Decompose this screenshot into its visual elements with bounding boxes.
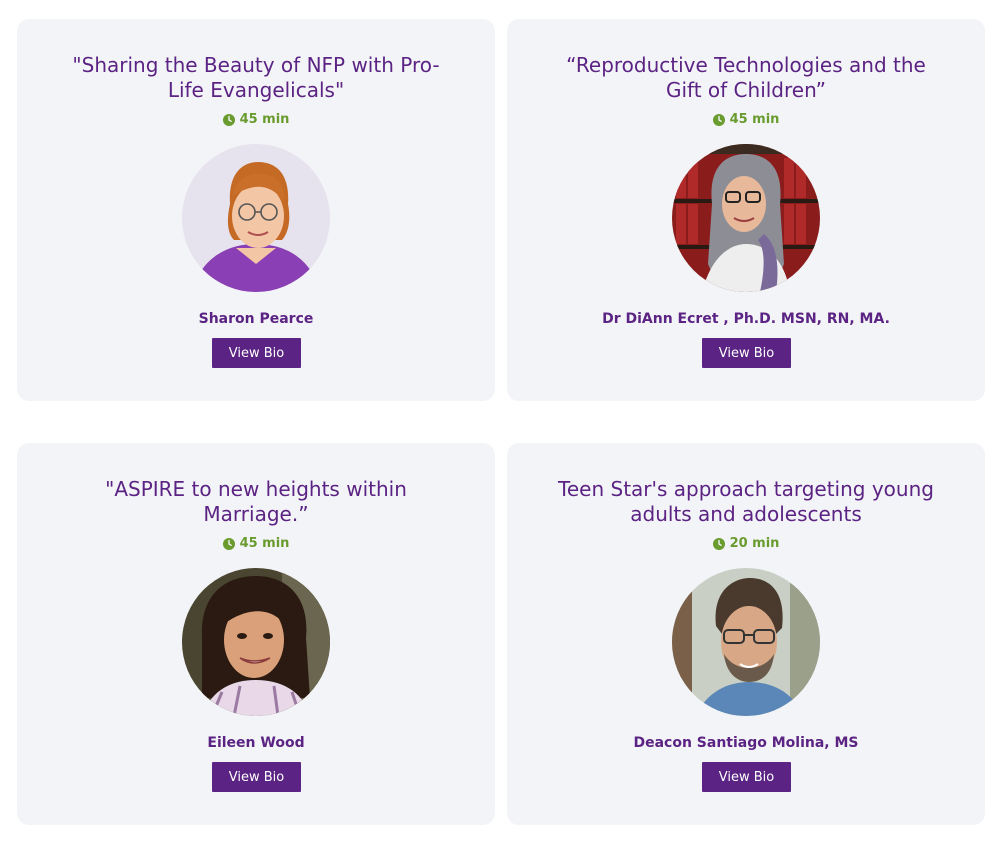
- sessions-grid: "Sharing the Beauty of NFP with Pro-Life…: [0, 0, 1000, 847]
- session-title: Teen Star's approach targeting young adu…: [558, 477, 934, 526]
- clock-icon: [712, 537, 725, 550]
- speaker-photo: [182, 144, 330, 292]
- speaker-photo: [672, 144, 820, 292]
- duration-text: 45 min: [239, 536, 290, 551]
- session-duration: 45 min: [17, 536, 495, 551]
- session-card: Teen Star's approach targeting young adu…: [507, 443, 985, 825]
- clock-icon: [712, 113, 725, 126]
- session-card: "ASPIRE to new heights within Marriage.”…: [17, 443, 495, 825]
- session-title: "Sharing the Beauty of NFP with Pro-Life…: [72, 53, 440, 102]
- session-duration: 45 min: [17, 112, 495, 127]
- speaker-photo: [182, 568, 330, 716]
- speaker-photo: [672, 568, 820, 716]
- session-title: "ASPIRE to new heights within Marriage.”: [105, 477, 407, 526]
- session-duration: 20 min: [507, 536, 985, 551]
- speaker-name: Eileen Wood: [207, 735, 305, 751]
- view-bio-button[interactable]: View Bio: [702, 338, 791, 368]
- duration-text: 20 min: [729, 536, 780, 551]
- speaker-name: Sharon Pearce: [198, 311, 314, 327]
- clock-icon: [222, 113, 235, 126]
- session-title: “Reproductive Technologies and the Gift …: [566, 53, 926, 102]
- session-duration: 45 min: [507, 112, 985, 127]
- view-bio-button[interactable]: View Bio: [702, 762, 791, 792]
- session-card: "Sharing the Beauty of NFP with Pro-Life…: [17, 19, 495, 401]
- duration-text: 45 min: [729, 112, 780, 127]
- view-bio-button[interactable]: View Bio: [212, 338, 301, 368]
- clock-icon: [222, 537, 235, 550]
- speaker-name: Dr DiAnn Ecret , Ph.D. MSN, RN, MA.: [602, 311, 890, 327]
- view-bio-button[interactable]: View Bio: [212, 762, 301, 792]
- duration-text: 45 min: [239, 112, 290, 127]
- speaker-name: Deacon Santiago Molina, MS: [633, 735, 859, 751]
- session-card: “Reproductive Technologies and the Gift …: [507, 19, 985, 401]
